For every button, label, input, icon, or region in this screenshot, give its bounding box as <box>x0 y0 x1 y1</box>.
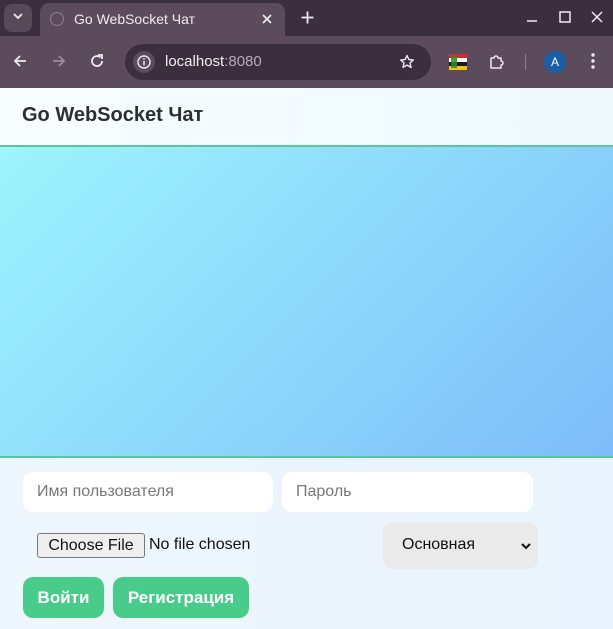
choose-file-button[interactable]: Choose File <box>37 533 145 558</box>
username-input[interactable] <box>23 472 273 512</box>
plus-icon <box>301 11 313 23</box>
flag-icon[interactable] <box>448 53 470 71</box>
tab-title: Go WebSocket Чат <box>74 11 196 27</box>
page-title: Go WebSocket Чат <box>22 104 204 126</box>
minimize-button[interactable] <box>521 6 543 28</box>
tab-search-button[interactable] <box>4 4 32 32</box>
url-host: localhost <box>165 53 225 70</box>
address-bar[interactable]: localhost:8080 <box>125 44 431 80</box>
room-select-value: Основная <box>402 536 476 553</box>
forward-button[interactable] <box>48 50 70 72</box>
new-tab-button[interactable] <box>296 6 318 28</box>
register-button[interactable]: Регистрация <box>113 577 249 618</box>
maximize-icon <box>559 11 571 23</box>
maximize-button[interactable] <box>554 6 576 28</box>
url-text: localhost:8080 <box>165 53 262 70</box>
info-icon[interactable] <box>133 51 155 73</box>
browser-toolbar: localhost:8080 A <box>0 36 613 88</box>
back-button[interactable] <box>9 50 31 72</box>
reload-button[interactable] <box>86 50 108 72</box>
arrow-right-icon <box>53 55 66 67</box>
star-icon[interactable] <box>397 52 417 72</box>
reload-icon <box>91 54 103 67</box>
file-status: No file chosen <box>149 536 251 553</box>
app-header: Go WebSocket Чат <box>0 88 613 147</box>
password-input[interactable] <box>282 472 533 512</box>
chevron-down-icon <box>520 539 532 551</box>
puzzle-icon[interactable] <box>486 50 508 72</box>
globe-icon <box>50 12 64 26</box>
close-icon[interactable] <box>257 9 277 29</box>
toolbar-separator <box>525 54 526 70</box>
room-select[interactable]: Основная <box>383 522 538 569</box>
browser-tab[interactable]: Go WebSocket Чат <box>40 3 285 36</box>
arrow-left-icon <box>13 55 26 67</box>
avatar[interactable]: A <box>544 51 566 73</box>
chevron-down-icon <box>12 9 24 27</box>
close-icon <box>591 11 603 23</box>
minimize-icon <box>527 20 537 22</box>
login-button[interactable]: Войти <box>23 577 104 618</box>
auth-form: Choose File No file chosen Основная Войт… <box>0 458 613 629</box>
web-page: Go WebSocket Чат Choose File No file cho… <box>0 88 613 629</box>
kebab-menu-icon[interactable] <box>582 50 604 72</box>
chat-messages-area[interactable] <box>0 147 613 458</box>
browser-tab-strip: Go WebSocket Чат <box>0 0 613 36</box>
close-window-button[interactable] <box>586 6 608 28</box>
url-port: :8080 <box>224 53 262 70</box>
